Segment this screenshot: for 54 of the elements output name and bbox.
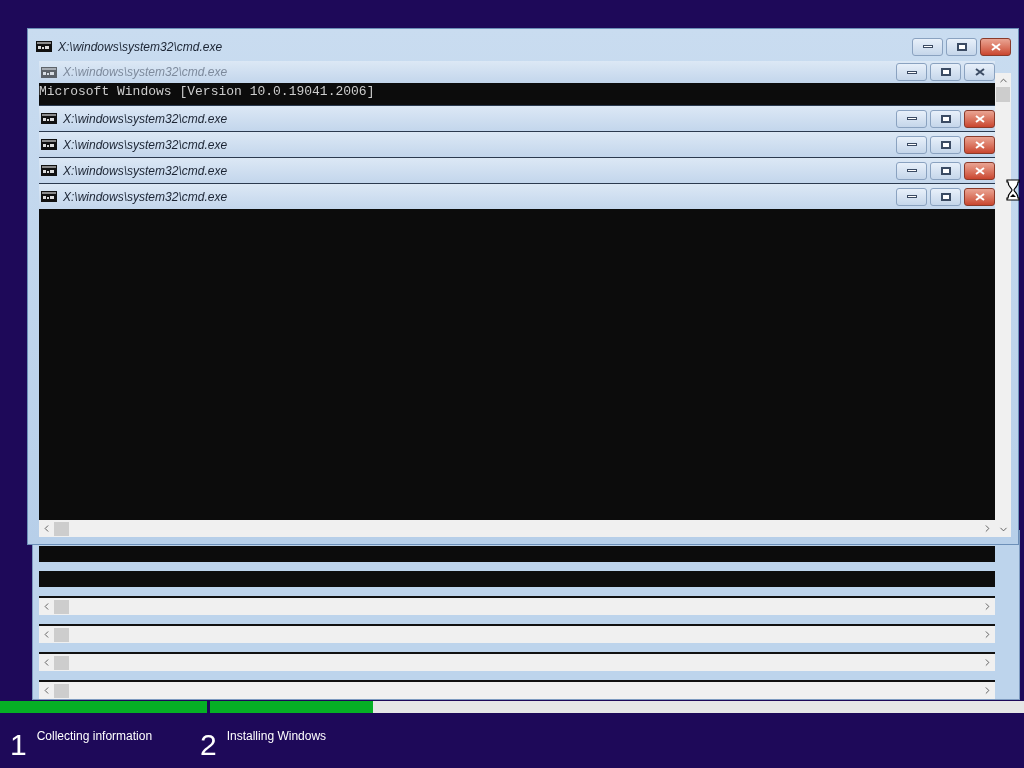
close-icon — [974, 114, 985, 123]
maximize-button[interactable] — [930, 109, 961, 128]
minimize-button[interactable] — [896, 187, 927, 206]
minimize-button[interactable] — [896, 63, 927, 81]
console-icon — [41, 113, 57, 124]
close-button[interactable] — [964, 63, 995, 81]
close-button[interactable] — [964, 161, 995, 180]
maximize-button[interactable] — [930, 187, 961, 206]
window-title: X:\windows\system32\cmd.exe — [63, 188, 228, 206]
scroll-thumb[interactable] — [54, 521, 69, 536]
window-title: X:\windows\system32\cmd.exe — [63, 162, 228, 180]
vertical-scrollbar[interactable] — [995, 73, 1011, 537]
minimize-button[interactable] — [896, 135, 927, 154]
window-title: X:\windows\system32\cmd.exe — [63, 64, 228, 81]
step-number: 1 — [10, 727, 27, 763]
maximize-button[interactable] — [946, 37, 977, 56]
close-icon — [974, 68, 985, 76]
scroll-thumb[interactable] — [54, 627, 69, 642]
minimize-button[interactable] — [896, 161, 927, 180]
window-title: X:\windows\system32\cmd.exe — [58, 38, 223, 56]
close-icon — [974, 192, 985, 201]
console-icon — [41, 66, 57, 78]
scroll-thumb[interactable] — [54, 599, 69, 614]
close-icon — [974, 166, 985, 175]
minimize-button[interactable] — [912, 37, 943, 56]
maximize-button[interactable] — [930, 135, 961, 154]
close-button[interactable] — [964, 109, 995, 128]
close-icon — [990, 42, 1001, 51]
horizontal-scrollbar[interactable] — [39, 520, 995, 537]
horizontal-scrollbar[interactable] — [39, 682, 995, 699]
close-button[interactable] — [964, 187, 995, 206]
close-icon — [974, 140, 985, 149]
minimize-button[interactable] — [896, 109, 927, 128]
hourglass-icon — [1006, 179, 1020, 201]
close-button[interactable] — [964, 135, 995, 154]
scroll-thumb[interactable] — [996, 87, 1010, 102]
maximize-button[interactable] — [930, 63, 961, 81]
horizontal-scrollbar[interactable] — [39, 626, 995, 643]
step-number: 2 — [200, 727, 217, 763]
console-icon — [41, 139, 57, 150]
console-icon — [41, 165, 57, 176]
step-label: Collecting information — [36, 728, 153, 745]
scroll-thumb[interactable] — [54, 655, 69, 670]
maximize-button[interactable] — [930, 161, 961, 180]
scroll-thumb[interactable] — [54, 683, 69, 698]
horizontal-scrollbar[interactable] — [39, 598, 995, 615]
console-icon — [41, 191, 57, 202]
window-title: X:\windows\system32\cmd.exe — [63, 110, 228, 128]
horizontal-scrollbar[interactable] — [39, 654, 995, 671]
console-line: Microsoft Windows [Version 10.0.19041.2006] — [39, 83, 376, 101]
console-icon — [36, 41, 52, 52]
window-title: X:\windows\system32\cmd.exe — [63, 136, 228, 154]
close-button[interactable] — [980, 37, 1011, 56]
step-label: Installing Windows — [226, 728, 327, 745]
